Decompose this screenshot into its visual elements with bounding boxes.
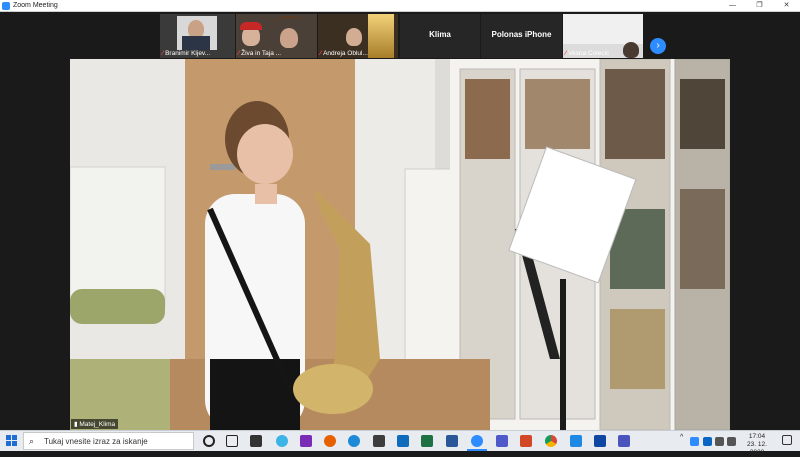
window-titlebar: Zoom Meeting — ❐ ✕ [0,0,800,12]
edge-icon[interactable] [348,435,360,447]
participant-name: ⁄ Andreja Oblul... [320,50,368,57]
participant-name: ⁄ Vesna Colecic [565,50,610,57]
active-app-indicator [467,449,487,451]
mic-muted-icon: ⁄ [320,50,322,57]
volume-icon[interactable] [727,437,736,446]
onedrive-icon[interactable] [703,437,712,446]
participant-tile[interactable]: ⁄ Vesna Colecic [563,14,643,58]
video-frame [70,59,730,430]
windows-taskbar: ⌕ Tukaj vnesite izraz za iskanje ^ 17:04… [0,430,800,456]
excel-icon[interactable] [421,435,433,447]
outlook-icon[interactable] [397,435,409,447]
participant-tile[interactable]: Klima [400,14,480,58]
task-view-icon[interactable] [226,435,238,447]
mic-muted-icon: ⁄ [162,50,164,57]
firefox-icon[interactable] [324,435,336,447]
participant-name: ⁄ Branimir Kljev... [162,50,211,57]
participant-name: Polonas iPhone [491,30,552,39]
window-title: Zoom Meeting [13,2,58,9]
minimize-button[interactable]: — [719,0,746,11]
photos-icon[interactable] [594,435,606,447]
zoom-app-icon [2,1,10,10]
notification-icon[interactable] [782,435,792,445]
start-button[interactable] [6,435,18,447]
participant-name: Klima [429,30,451,39]
tray-overflow-icon[interactable]: ^ [680,434,683,441]
zoom-tray-icon[interactable] [690,437,699,446]
clock-date: 23. 12. 2020 [747,441,767,456]
search-placeholder: Tukaj vnesite izraz za iskanje [44,437,148,446]
teams-classic-icon[interactable] [618,435,630,447]
active-speaker-name: ▮ Matej_Klima [71,419,119,429]
participant-strip: ⁄ Branimir Kljev... ⁄ Živa in Taja ... ⁄ An… [0,12,800,58]
participant-tile[interactable]: ⁄ Živa in Taja ... [236,14,317,58]
powerpoint-icon[interactable] [520,435,532,447]
next-page-button[interactable]: › [650,38,666,54]
participant-video [563,14,643,44]
participant-face [346,28,362,46]
onenote-icon[interactable] [300,435,312,447]
teams-icon[interactable] [496,435,508,447]
maximize-button[interactable]: ❐ [746,0,773,11]
edge-legacy-icon[interactable] [276,435,288,447]
participant-tile[interactable]: ⁄ Andreja Oblul... [318,14,398,58]
taskbar-search[interactable]: ⌕ Tukaj vnesite izraz za iskanje [23,432,194,450]
santa-hat [240,22,262,30]
antlers [274,16,306,32]
network-icon[interactable] [715,437,724,446]
search-icon: ⌕ [29,436,35,446]
participant-name: ⁄ Živa in Taja ... [238,50,282,57]
close-button[interactable]: ✕ [773,0,800,11]
word-icon[interactable] [446,435,458,447]
mic-muted-icon: ⁄ [238,50,240,57]
mic-muted-icon: ⁄ [565,50,567,57]
zoom-icon[interactable] [471,435,483,447]
window-controls: — ❐ ✕ [719,0,800,11]
clock[interactable]: 17:04 23. 12. 2020 [740,433,774,457]
participant-suit [182,36,210,50]
download-icon[interactable] [570,435,582,447]
chrome-icon[interactable] [545,435,557,447]
participant-tile[interactable]: Polonas iPhone [481,14,562,58]
christmas-tree [368,14,394,58]
store-icon[interactable] [250,435,262,447]
participant-tile[interactable]: ⁄ Branimir Kljev... [160,14,235,58]
participant-face [623,42,639,58]
sticky-notes-icon[interactable] [373,435,385,447]
clock-time: 17:04 [748,433,766,440]
active-speaker-video [70,59,730,430]
cortana-icon[interactable] [203,435,215,447]
